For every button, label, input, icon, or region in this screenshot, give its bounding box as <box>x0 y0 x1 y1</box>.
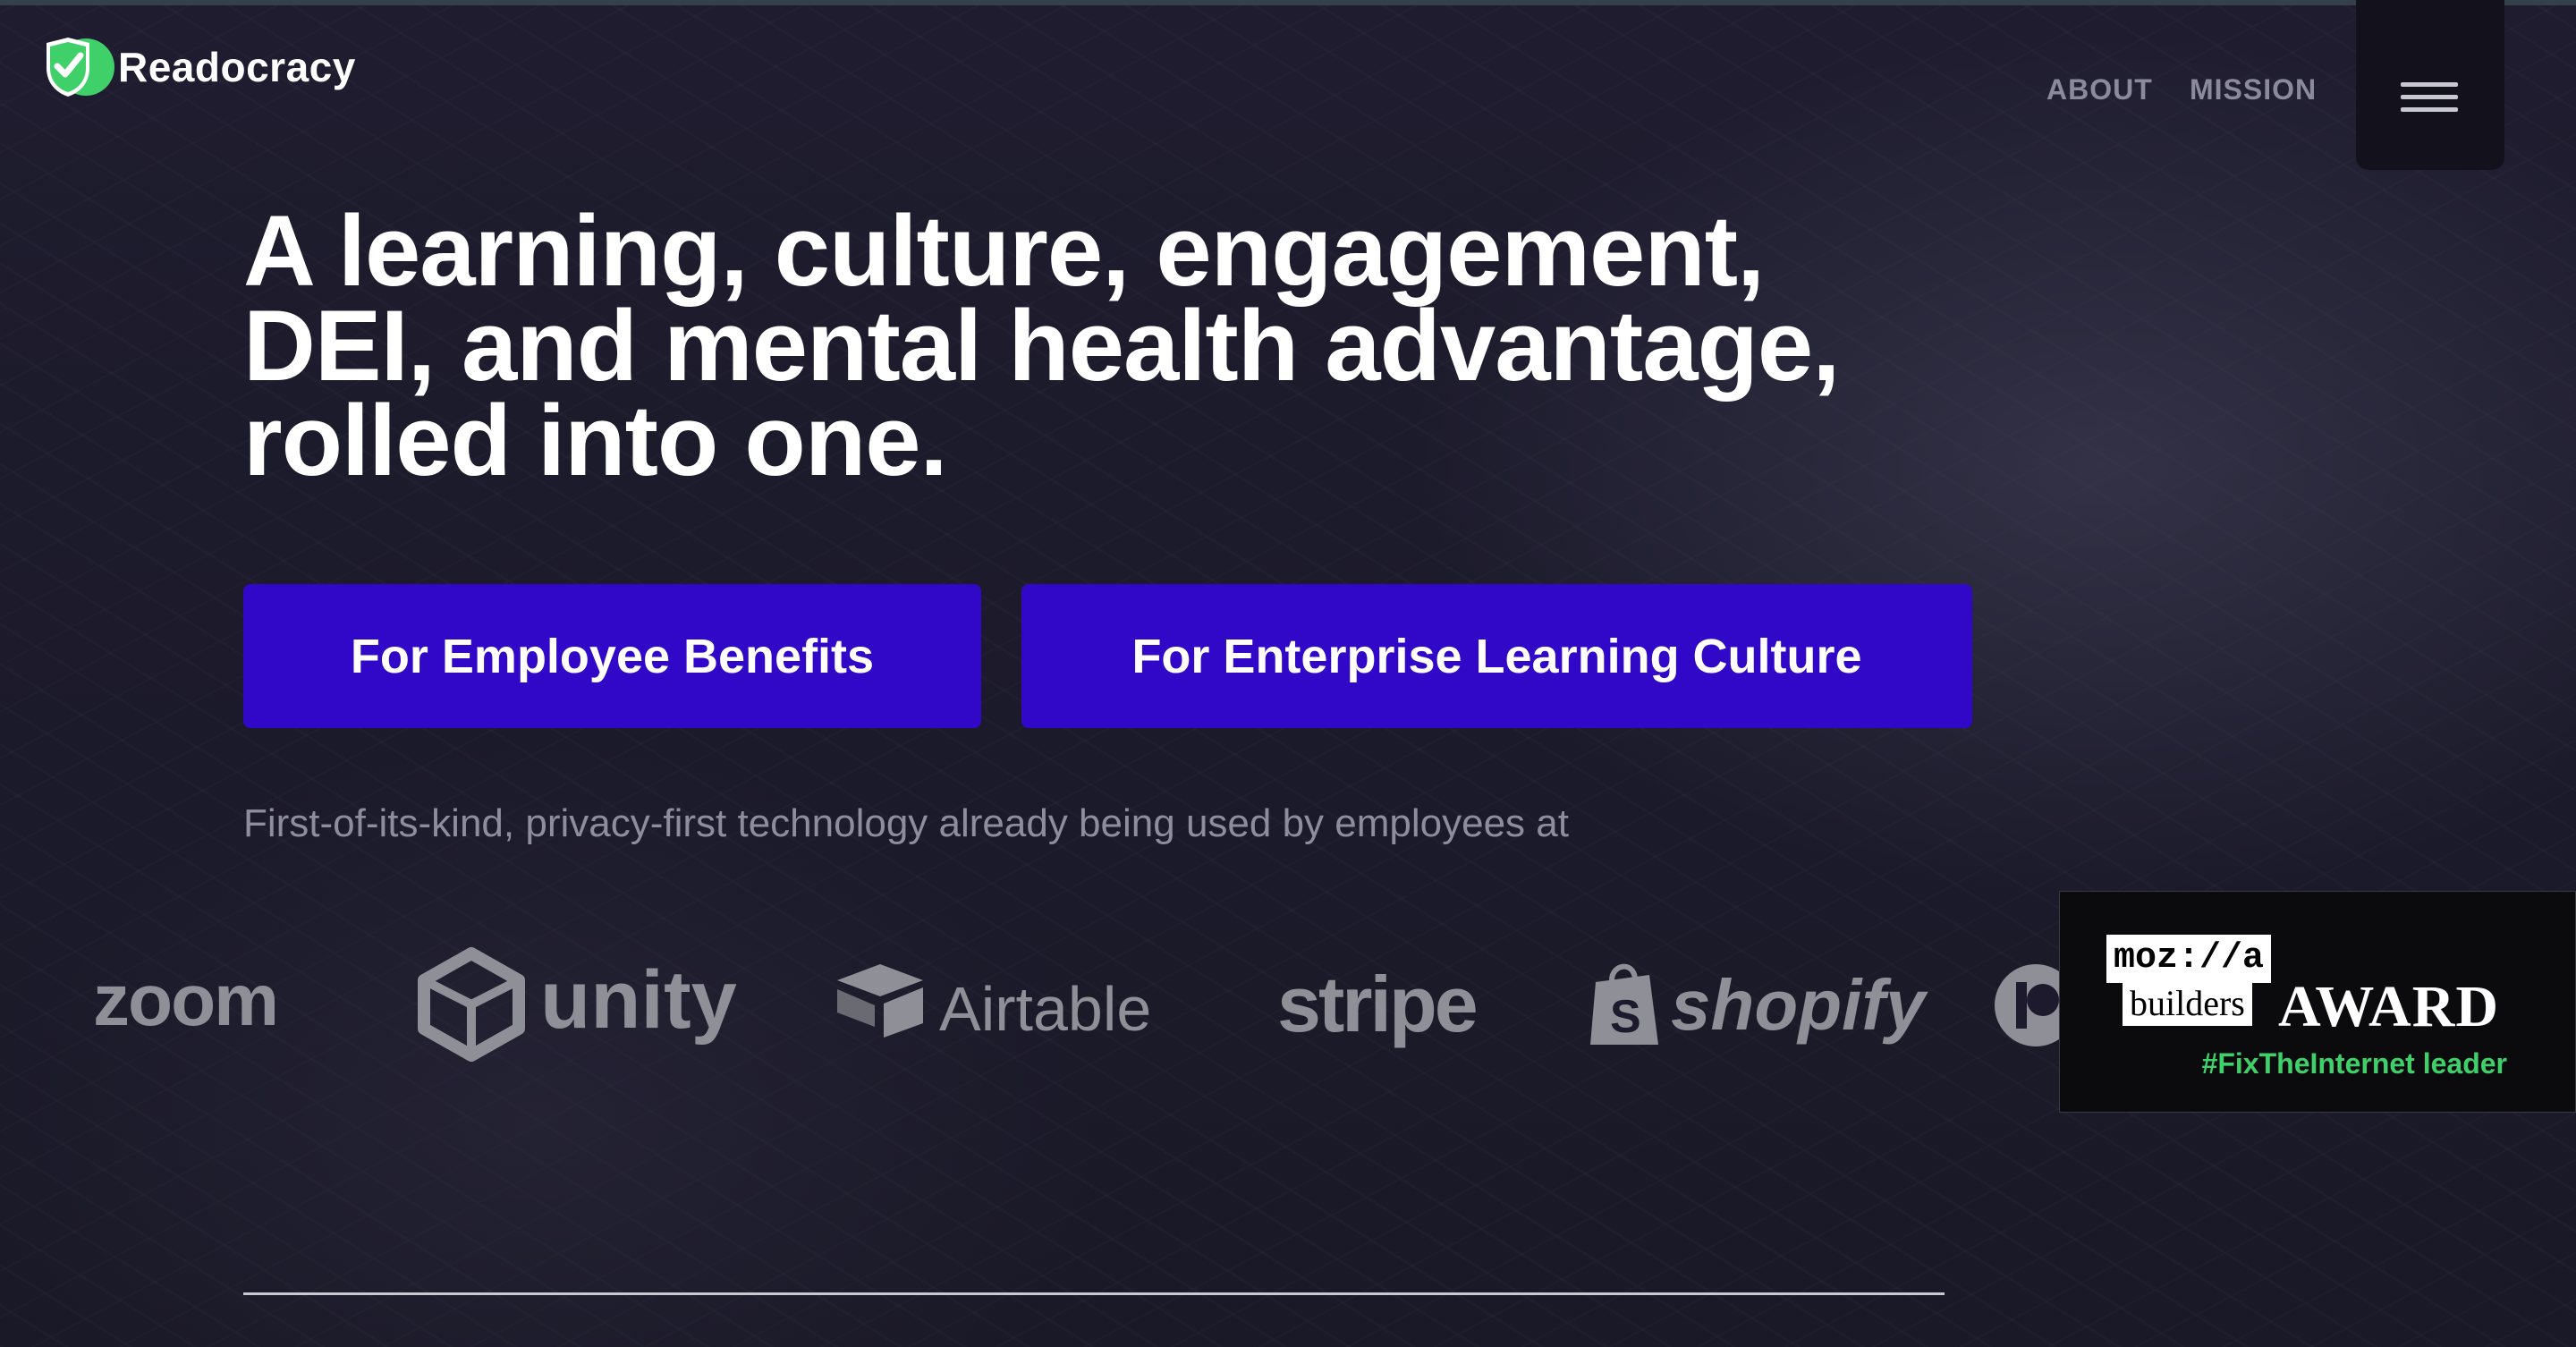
hamburger-menu-button[interactable] <box>2356 0 2504 170</box>
top-border <box>0 0 2576 5</box>
mozilla-builders-award-badge[interactable]: moz://a builders AWARD #FixTheInternet l… <box>2059 891 2576 1113</box>
client-tagline: First-of-its-kind, privacy-first technol… <box>243 801 1569 845</box>
headline-line: rolled into one. <box>243 385 948 496</box>
svg-text:S: S <box>1610 991 1641 1043</box>
brand-name: Readocracy <box>118 44 356 90</box>
hamburger-line <box>2401 107 2458 112</box>
client-logos: zoom unity Airtable stripe S shopify <box>0 939 2147 1118</box>
unity-cube-icon <box>413 946 530 1067</box>
site-logo[interactable]: Readocracy <box>41 34 356 100</box>
shopify-bag-icon: S <box>1587 959 1664 1053</box>
award-hashtag: #FixTheInternet leader <box>2201 1047 2507 1080</box>
hamburger-line <box>2401 95 2458 99</box>
airtable-box-icon <box>834 961 927 1046</box>
award-label: AWARD <box>2278 974 2500 1039</box>
employee-benefits-button[interactable]: For Employee Benefits <box>243 584 981 728</box>
nav-about-link[interactable]: ABOUT <box>2046 73 2153 106</box>
headline-line: DEI, and mental health advantage, <box>243 290 1840 402</box>
hero-headline: A learning, culture, engagement, DEI, an… <box>243 195 2032 496</box>
mozilla-wordmark: moz://a <box>2106 935 2272 983</box>
shopify-logo: shopify <box>1671 965 1926 1045</box>
enterprise-learning-culture-button[interactable]: For Enterprise Learning Culture <box>1021 584 1972 728</box>
partial-brand-icon <box>1993 961 2077 1055</box>
unity-logo: unity <box>540 954 737 1046</box>
builders-label: builders <box>2123 981 2252 1026</box>
nav-mission-link[interactable]: MISSION <box>2190 73 2317 106</box>
hamburger-menu-icon <box>2401 82 2458 87</box>
zoom-logo: zoom <box>93 960 279 1041</box>
headline-line: A learning, culture, engagement, <box>243 195 1765 307</box>
section-divider <box>243 1292 1945 1295</box>
stripe-logo: stripe <box>1277 960 1479 1048</box>
shield-check-icon <box>41 34 116 100</box>
airtable-logo: Airtable <box>939 974 1152 1044</box>
